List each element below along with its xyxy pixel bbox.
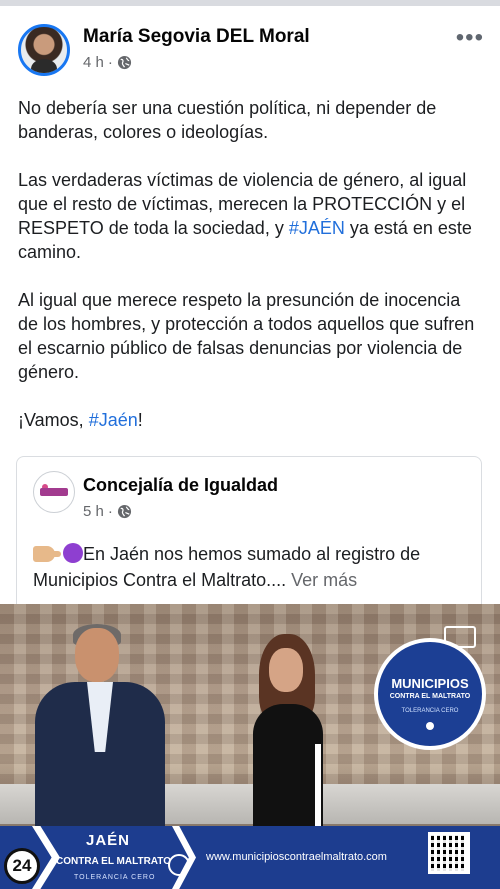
presenter-woman bbox=[245, 634, 335, 844]
globe-icon bbox=[117, 55, 131, 70]
shared-post-card[interactable]: Concejalía de Igualdad 5 h · En Jaén nos… bbox=[16, 456, 482, 604]
meta-separator: · bbox=[107, 503, 113, 520]
hashtag-jaen-link-2[interactable]: #Jaén bbox=[89, 410, 138, 430]
municipios-badge-logo: MUNICIPIOS CONTRA EL MALTRATO TOLERANCIA… bbox=[374, 638, 486, 750]
badge-tolerance: TOLERANCIA CERO bbox=[401, 708, 459, 714]
badge-subtitle: CONTRA EL MALTRATO bbox=[389, 693, 471, 700]
video-player[interactable]: MUNICIPIOS CONTRA EL MALTRATO TOLERANCIA… bbox=[0, 604, 500, 889]
post-paragraph-2: Las verdaderas víctimas de violencia de … bbox=[18, 168, 484, 264]
text-span: ! bbox=[137, 410, 143, 430]
see-more-link[interactable]: Ver más bbox=[291, 570, 357, 590]
banner-tolerance: TOLERANCIA CERO bbox=[74, 874, 156, 881]
pointing-hand-icon bbox=[33, 546, 61, 562]
shared-text-content: En Jaén nos hemos sumado al registro de … bbox=[33, 544, 421, 590]
shared-post-text: En Jaén nos hemos sumado al registro de … bbox=[33, 541, 473, 593]
more-options-icon[interactable]: ••• bbox=[456, 24, 484, 52]
post-paragraph-1: No debería ser una cuestión política, ni… bbox=[18, 98, 437, 142]
shared-page-name[interactable]: Concejalía de Igualdad bbox=[83, 475, 278, 496]
shared-page-avatar[interactable] bbox=[33, 471, 75, 513]
globe-icon bbox=[117, 504, 131, 519]
shared-post-meta: 5 h · bbox=[83, 503, 132, 520]
author-avatar[interactable] bbox=[18, 24, 70, 76]
post-header: María Segovia DEL Moral 4 h · ••• bbox=[0, 6, 500, 86]
post-meta: 4 h · bbox=[83, 54, 132, 71]
watermark-24-logo: 24 bbox=[4, 848, 40, 884]
badge-emblem bbox=[426, 722, 434, 730]
banner-url: www.municipioscontraelmaltrato.com bbox=[206, 851, 387, 863]
author-name[interactable]: María Segovia DEL Moral bbox=[83, 26, 310, 48]
badge-title: MUNICIPIOS bbox=[391, 676, 469, 691]
video-lower-banner: JAÉN CONTRA EL MALTRATO TOLERANCIA CERO … bbox=[0, 826, 500, 889]
meta-separator: · bbox=[107, 54, 113, 71]
banner-city: JAÉN bbox=[86, 832, 131, 849]
shared-post-time[interactable]: 5 h bbox=[83, 503, 104, 520]
post-body: No debería ser una cuestión política, ni… bbox=[18, 96, 484, 456]
post-paragraph-4: ¡Vamos, #Jaén! bbox=[18, 408, 484, 432]
presenter-man bbox=[35, 616, 175, 832]
text-span: ¡Vamos, bbox=[18, 410, 89, 430]
banner-contra: CONTRA EL MALTRATO bbox=[56, 856, 171, 867]
hashtag-jaen-link[interactable]: #JAÉN bbox=[289, 218, 345, 238]
qr-code-icon bbox=[428, 832, 470, 874]
banner-emblem bbox=[168, 854, 190, 876]
post-paragraph-3: Al igual que merece respeto la presunció… bbox=[18, 290, 475, 382]
purple-circle-icon bbox=[63, 543, 83, 563]
post-time[interactable]: 4 h bbox=[83, 54, 104, 71]
